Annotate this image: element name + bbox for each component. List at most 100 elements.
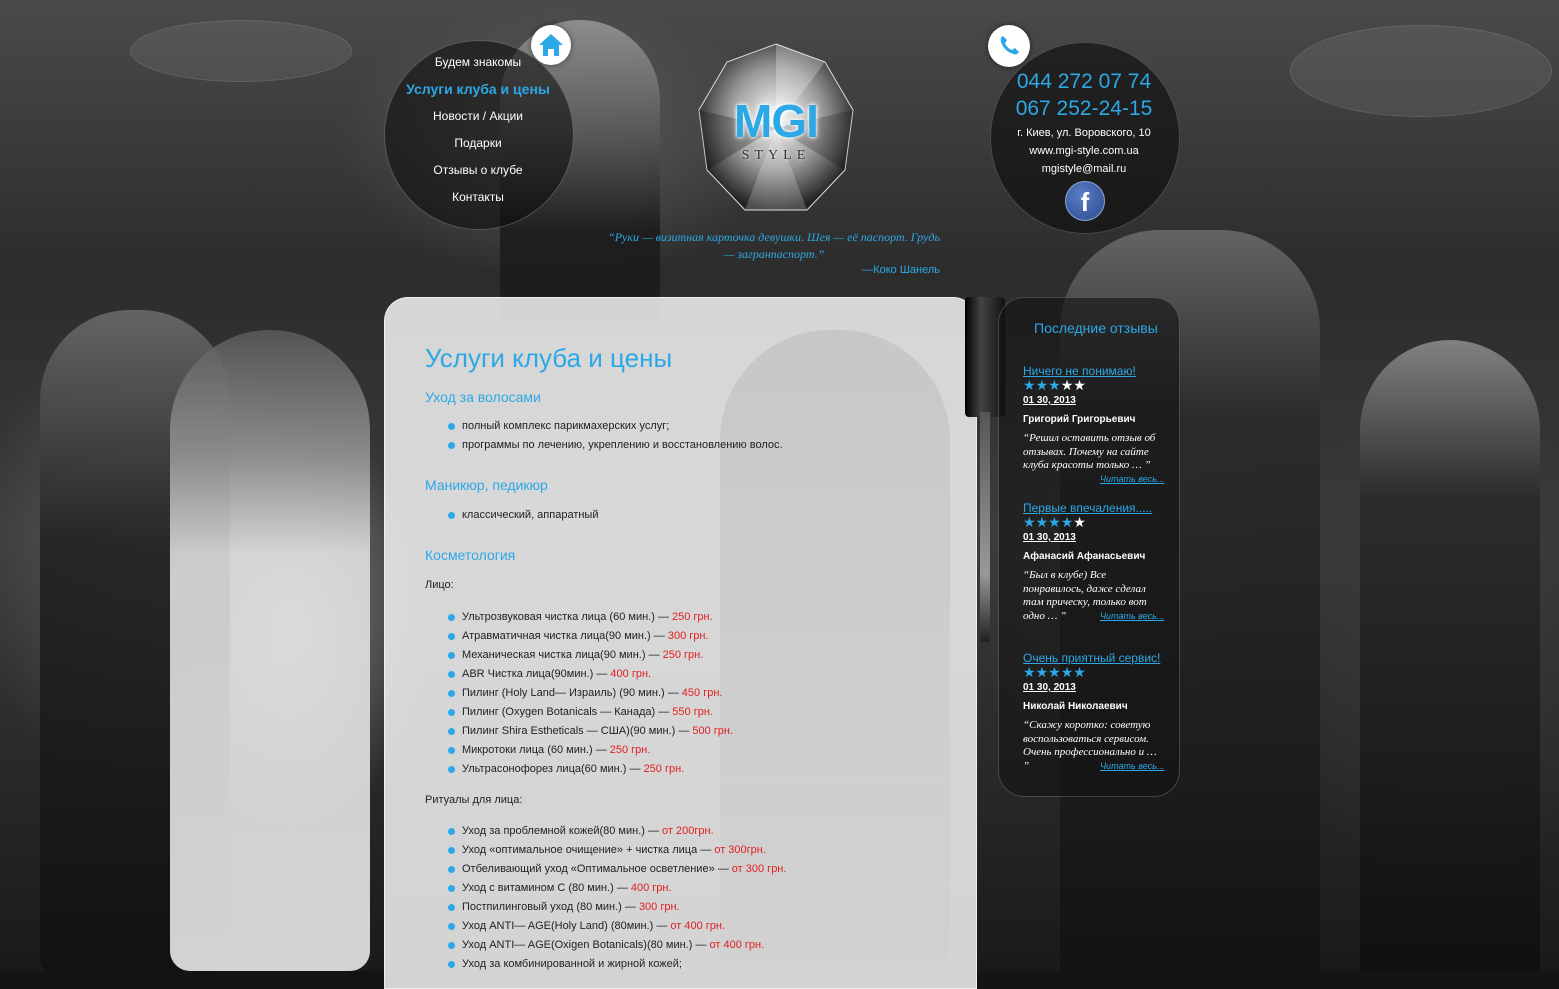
price-item: Уход с витамином С (80 мин.) — 400 грн. bbox=[448, 879, 786, 898]
read-more-link[interactable]: Читать весь... bbox=[1100, 761, 1164, 771]
star-icon: ★ bbox=[1023, 377, 1036, 393]
star-icon: ★ bbox=[1048, 514, 1061, 530]
quote-text: “Руки — визитная карточка девушки. Шея —… bbox=[608, 230, 940, 261]
review-author: Николай Николаевич bbox=[1023, 701, 1128, 712]
service-name: Механическая чистка лица(90 мин.) — bbox=[462, 649, 663, 661]
service-price: 550 грн. bbox=[672, 706, 713, 718]
service-price: от 300грн. bbox=[714, 844, 766, 856]
nav-item-0[interactable]: Будем знакомы bbox=[384, 54, 572, 81]
service-price: от 400 грн. bbox=[709, 939, 765, 951]
price-item: Атравматичная чистка лица(90 мин.) — 300… bbox=[448, 627, 733, 646]
price-item: Ультрозвуковая чистка лица (60 мин.) — 2… bbox=[448, 608, 733, 627]
logo-text: MGI bbox=[734, 95, 819, 147]
service-name: Пилинг (Oxygen Botanicals — Канада) — bbox=[462, 706, 673, 718]
service-name: Уход ANTI— AGE(Oxigen Botanicals)(80 мин… bbox=[462, 939, 710, 951]
face-price-list: Ультрозвуковая чистка лица (60 мин.) — 2… bbox=[448, 608, 733, 779]
star-icon: ★ bbox=[1048, 664, 1061, 680]
price-item: Отбеливающий уход «Оптимальное осветлени… bbox=[448, 860, 786, 879]
service-name: Уход с витамином С (80 мин.) — bbox=[462, 882, 631, 894]
service-price: 250 грн. bbox=[609, 744, 651, 756]
star-rating: ★★★★★ bbox=[1023, 514, 1086, 531]
service-name: Микротоки лица (60 мин.) — bbox=[462, 744, 610, 756]
list-item: классический, аппаратный bbox=[448, 506, 599, 525]
service-price: 500 грн. bbox=[692, 725, 734, 737]
nav-item-2[interactable]: Новости / Акции bbox=[384, 108, 572, 135]
service-name: ABR Чистка лица(90мин.) — bbox=[462, 668, 611, 680]
price-item: Механическая чистка лица(90 мин.) — 250 … bbox=[448, 646, 733, 665]
nav-item-1[interactable]: Услуги клуба и цены bbox=[384, 81, 572, 108]
price-item: Пилинг (Holy Land— Израиль) (90 мин.) — … bbox=[448, 684, 733, 703]
read-more-link[interactable]: Читать весь... bbox=[1100, 611, 1164, 621]
rituals-label: Ритуалы для лица: bbox=[425, 794, 523, 806]
service-name: Уход «оптимальное очищение» + чистка лиц… bbox=[462, 844, 715, 856]
star-icon: ★ bbox=[1073, 664, 1086, 680]
section-cosmetology-heading: Косметология bbox=[425, 547, 516, 563]
review-author: Григорий Григорьевич bbox=[1023, 414, 1136, 425]
review-date: 01 30, 2013 bbox=[1023, 395, 1076, 406]
service-name: Уход за проблемной кожей(80 мин.) — bbox=[462, 825, 663, 837]
price-item: Уход за комбинированной и жирной кожей; bbox=[448, 955, 786, 974]
price-item: Уход ANTI— AGE(Holy Land) (80мин.) — от … bbox=[448, 917, 786, 936]
logo-subtext: STYLE bbox=[741, 148, 811, 163]
service-price: 300 грн. bbox=[667, 630, 709, 642]
address: г. Киев, ул. Воровского, 10 bbox=[1017, 127, 1151, 139]
review-title-link[interactable]: Первые впечаления..... bbox=[1023, 501, 1152, 515]
review-title-link[interactable]: Очень приятный сервис! bbox=[1023, 651, 1160, 665]
star-icon: ★ bbox=[1035, 514, 1049, 530]
price-item: Уход «оптимальное очищение» + чистка лиц… bbox=[448, 841, 786, 860]
service-name: Атравматичная чистка лица(90 мин.) — bbox=[462, 630, 668, 642]
service-name: Пилинг (Holy Land— Израиль) (90 мин.) — bbox=[462, 687, 682, 699]
star-icon: ★ bbox=[1060, 664, 1074, 680]
service-name: Ультрозвуковая чистка лица (60 мин.) — bbox=[462, 611, 672, 623]
list-item: программы по лечению, укреплению и восст… bbox=[448, 436, 783, 455]
review-date: 01 30, 2013 bbox=[1023, 532, 1076, 543]
phone-number-1[interactable]: 044 272 07 74 bbox=[990, 70, 1178, 94]
section-nails-heading: Маникюр, педикюр bbox=[425, 477, 548, 493]
read-more-link[interactable]: Читать весь... bbox=[1100, 474, 1164, 484]
hair-list: полный комплекс парикмахерских услуг; про… bbox=[448, 417, 783, 455]
review-title-link[interactable]: Ничего не понимаю! bbox=[1023, 364, 1136, 378]
service-price: 250 грн. bbox=[662, 649, 704, 661]
service-price: 300 грн. bbox=[638, 901, 680, 913]
chandelier-left bbox=[130, 20, 352, 82]
price-item: Уход ANTI— AGE(Oxigen Botanicals)(80 мин… bbox=[448, 936, 786, 955]
reviews-title: Последние отзывы bbox=[1034, 320, 1158, 336]
service-name: Отбеливающий уход «Оптимальное осветлени… bbox=[462, 863, 732, 875]
review-author: Афанасий Афанасьевич bbox=[1023, 551, 1146, 562]
price-item: Пилинг Shira Esthеticals — США)(90 мин.)… bbox=[448, 722, 733, 741]
price-item: Микротоки лица (60 мин.) — 250 грн. bbox=[448, 741, 733, 760]
star-icon: ★ bbox=[1060, 377, 1074, 393]
facebook-icon[interactable]: f bbox=[1065, 181, 1105, 221]
review-text: “Решил оставить отзыв об отзывах. Почему… bbox=[1023, 432, 1156, 471]
service-price: 450 грн. bbox=[681, 687, 723, 699]
section-hair-heading: Уход за волосами bbox=[425, 389, 541, 405]
star-icon: ★ bbox=[1073, 514, 1086, 530]
list-item: полный комплекс парикмахерских услуг; bbox=[448, 417, 783, 436]
review-date: 01 30, 2013 bbox=[1023, 682, 1076, 693]
mascara-brush-decoration bbox=[980, 412, 990, 642]
star-icon: ★ bbox=[1073, 377, 1086, 393]
star-rating: ★★★★★ bbox=[1023, 377, 1086, 394]
phone-button[interactable] bbox=[988, 25, 1030, 67]
price-item: Пилинг (Oxygen Botanicals — Канада) — 55… bbox=[448, 703, 733, 722]
service-price: 250 грн. bbox=[672, 611, 713, 623]
nav-item-3[interactable]: Подарки bbox=[384, 135, 572, 162]
service-price: от 400 грн. bbox=[670, 920, 726, 932]
star-icon: ★ bbox=[1035, 664, 1049, 680]
service-price: 250 грн. bbox=[643, 763, 685, 775]
service-name: Уход за комбинированной и жирной кожей; bbox=[462, 958, 682, 970]
service-price: от 300 грн. bbox=[731, 863, 787, 875]
face-label: Лицо: bbox=[425, 579, 454, 591]
star-icon: ★ bbox=[1048, 377, 1061, 393]
email-link[interactable]: mgistyle@mail.ru bbox=[990, 163, 1178, 175]
quote-author: —Коко Шанель bbox=[862, 264, 940, 276]
nails-list: классический, аппаратный bbox=[448, 506, 599, 525]
site-link[interactable]: www.mgi-style.com.ua bbox=[990, 145, 1178, 157]
photo-boy bbox=[1360, 340, 1540, 971]
service-name: Ультрасонофорез лица(60 мин.) — bbox=[462, 763, 644, 775]
rituals-price-list: Уход за проблемной кожей(80 мин.) — от 2… bbox=[448, 822, 786, 974]
page-title: Услуги клуба и цены bbox=[425, 343, 673, 373]
phone-number-2[interactable]: 067 252-24-15 bbox=[990, 97, 1178, 121]
nav-item-5[interactable]: Контакты bbox=[384, 189, 572, 216]
nav-item-4[interactable]: Отзывы о клубе bbox=[384, 162, 572, 189]
